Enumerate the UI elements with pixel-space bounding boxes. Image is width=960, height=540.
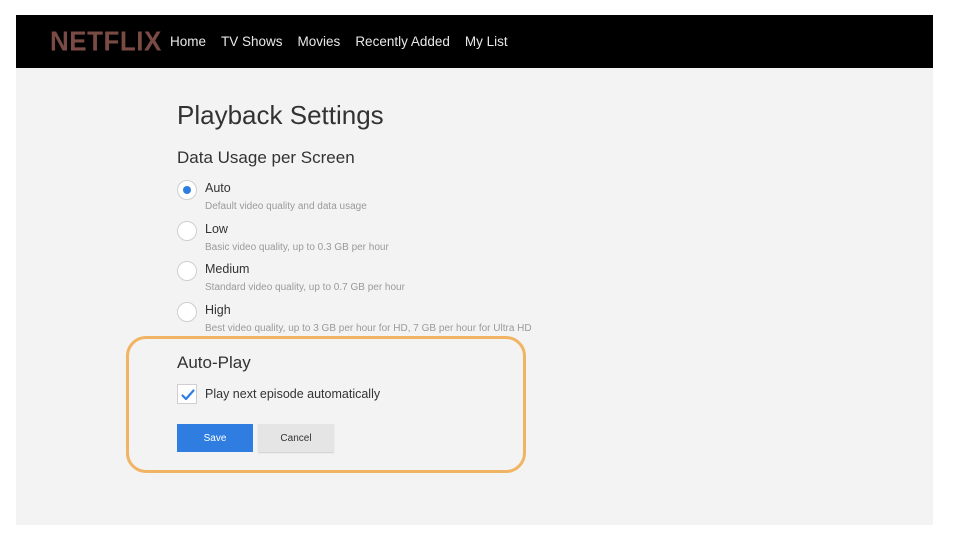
nav-item-recently-added[interactable]: Recently Added [355, 34, 450, 49]
nav-item-home[interactable]: Home [170, 34, 206, 49]
nav-item-my-list[interactable]: My List [465, 34, 508, 49]
radio-label-auto: Auto [205, 181, 231, 195]
data-usage-heading: Data Usage per Screen [177, 148, 355, 167]
radio-button-auto[interactable] [177, 180, 197, 200]
netflix-logo[interactable]: NETFLIX [50, 25, 162, 58]
autoplay-heading: Auto-Play [177, 353, 251, 372]
radio-button-medium[interactable] [177, 261, 197, 281]
autoplay-checkbox[interactable] [177, 384, 197, 404]
nav-item-movies[interactable]: Movies [298, 34, 341, 49]
save-button[interactable]: Save [177, 424, 253, 452]
radio-button-high[interactable] [177, 302, 197, 322]
radio-description-high: Best video quality, up to 3 GB per hour … [205, 323, 532, 334]
radio-label-medium: Medium [205, 262, 250, 276]
page-title: Playback Settings [177, 100, 384, 130]
autoplay-checkbox-label: Play next episode automatically [205, 387, 381, 401]
nav-item-tv-shows[interactable]: TV Shows [221, 34, 283, 49]
radio-description-medium: Standard video quality, up to 0.7 GB per… [205, 282, 405, 293]
radio-description-low: Basic video quality, up to 0.3 GB per ho… [205, 242, 389, 253]
top-navigation-bar: NETFLIX Home TV Shows Movies Recently Ad… [16, 15, 933, 68]
radio-description-auto: Default video quality and data usage [205, 201, 367, 212]
cancel-button[interactable]: Cancel [258, 424, 334, 452]
radio-label-high: High [205, 303, 231, 317]
radio-button-low[interactable] [177, 221, 197, 241]
checkmark-icon [181, 389, 195, 401]
radio-label-low: Low [205, 222, 228, 236]
main-nav: Home TV Shows Movies Recently Added My L… [170, 15, 523, 68]
